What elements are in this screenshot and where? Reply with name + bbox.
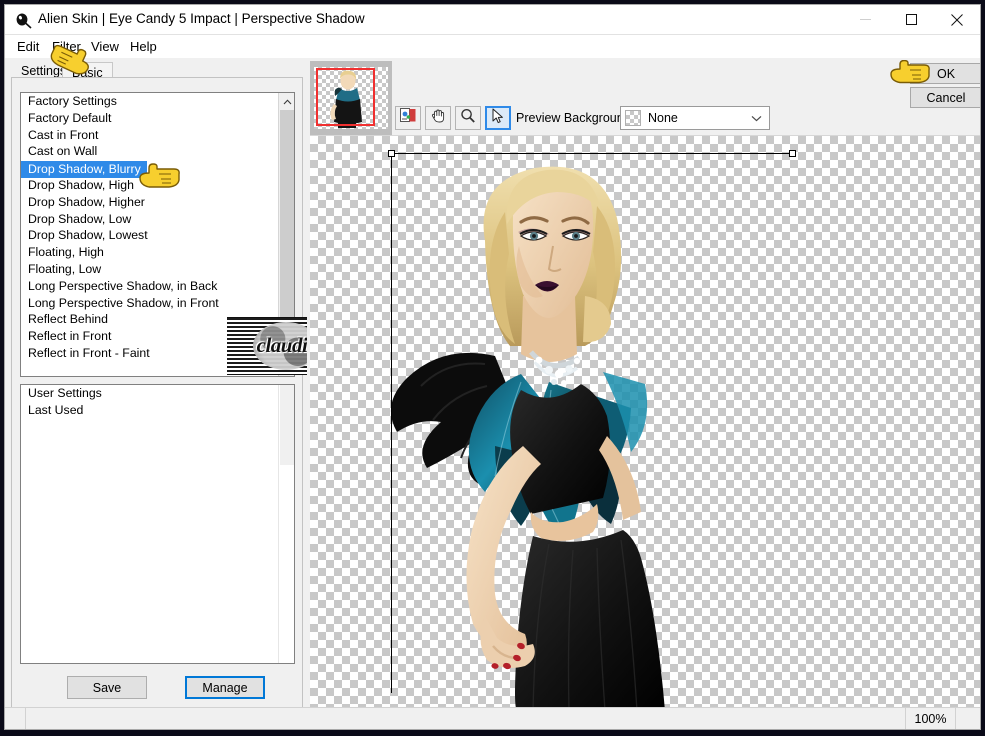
application-window: Alien Skin | Eye Candy 5 Impact | Perspe… [4,4,981,730]
user-list-scrollbar[interactable] [278,385,294,663]
preview-area: Preview Background: None [307,58,980,710]
cancel-button-label: Cancel [926,90,966,105]
list-item[interactable]: Cast on Wall [21,143,278,160]
screenshot-root: Alien Skin | Eye Candy 5 Impact | Perspe… [0,0,985,736]
preview-background-dropdown[interactable]: None [620,106,770,130]
status-bar: 100% [5,707,980,729]
list-item[interactable]: Long Perspective Shadow, in Back [21,278,278,295]
user-settings-listbox[interactable]: User Settings Last Used [20,384,295,664]
manage-button[interactable]: Manage [185,676,265,699]
hand-pan-tool-button[interactable] [425,106,451,130]
menu-item-help[interactable]: Help [126,38,161,55]
preview-compare-icon [399,107,417,129]
thumbnail-navigator[interactable] [310,61,392,135]
alien-skin-icon [15,12,32,29]
selection-handle-top-right[interactable] [789,150,796,157]
status-zoom-level: 100% [905,708,955,729]
preview-canvas[interactable] [310,135,980,710]
preview-image-model [390,166,665,710]
close-icon [951,13,963,26]
manage-button-label: Manage [202,680,248,695]
preview-background-label: Preview Background: [516,111,635,125]
save-button-label: Save [92,680,122,695]
scroll-thumb[interactable] [280,110,294,332]
magnifier-zoom-icon [460,108,476,129]
list-item[interactable]: Floating, Low [21,261,278,278]
list-item[interactable]: Long Perspective Shadow, in Front [21,295,278,312]
list-item-selected[interactable]: Drop Shadow, Blurry [21,161,147,178]
arrow-select-tool-button[interactable] [485,106,511,130]
scroll-thumb[interactable] [280,385,294,465]
hand-pan-icon [430,108,446,129]
scroll-up-button[interactable] [279,93,294,110]
settings-panel: Factory Settings Factory Default Cast in… [11,77,303,709]
title-bar: Alien Skin | Eye Candy 5 Impact | Perspe… [5,5,980,35]
status-message [25,708,905,729]
chevron-down-icon[interactable] [749,111,763,125]
list-item[interactable]: Last Used [21,402,278,419]
maximize-button[interactable] [888,5,934,34]
list-item[interactable]: Drop Shadow, High [21,177,278,194]
list-item[interactable]: Drop Shadow, Lowest [21,227,278,244]
menu-item-view[interactable]: View [87,38,123,55]
close-button[interactable] [934,5,980,34]
list-item[interactable]: Drop Shadow, Low [21,211,278,228]
list-item[interactable]: User Settings [21,385,278,402]
ok-button-label: OK [936,66,956,81]
preview-compare-tool-button[interactable] [395,106,421,130]
cancel-button[interactable]: Cancel [910,87,980,108]
list-item[interactable]: Factory Settings [21,93,278,110]
menu-item-edit[interactable]: Edit [13,38,43,55]
list-item[interactable]: Drop Shadow, Higher [21,194,278,211]
minimize-button[interactable] [842,5,888,34]
list-item[interactable]: Cast in Front [21,127,278,144]
list-item-selected-wrap: Drop Shadow, Blurry [21,160,278,178]
status-resize-grip [955,708,980,729]
preview-background-value: None [648,111,678,125]
list-item[interactable]: Factory Default [21,110,278,127]
thumbnail-marquee[interactable] [316,68,375,126]
menu-item-filter[interactable]: Filter [48,38,85,55]
arrow-select-icon [491,108,505,129]
user-settings-rows: User Settings Last Used [21,385,278,419]
list-item[interactable]: Floating, High [21,244,278,261]
tab-settings-label: Settings [21,64,67,78]
chevron-up-icon [283,93,292,110]
minimize-icon [859,14,871,25]
checkerboard-swatch [625,110,641,126]
magnifier-zoom-tool-button[interactable] [455,106,481,130]
window-title: Alien Skin | Eye Candy 5 Impact | Perspe… [38,11,365,26]
maximize-icon [905,14,917,25]
save-button[interactable]: Save [67,676,147,699]
ok-button[interactable]: OK [910,63,980,84]
menu-bar: Edit Filter View Help [5,35,980,58]
